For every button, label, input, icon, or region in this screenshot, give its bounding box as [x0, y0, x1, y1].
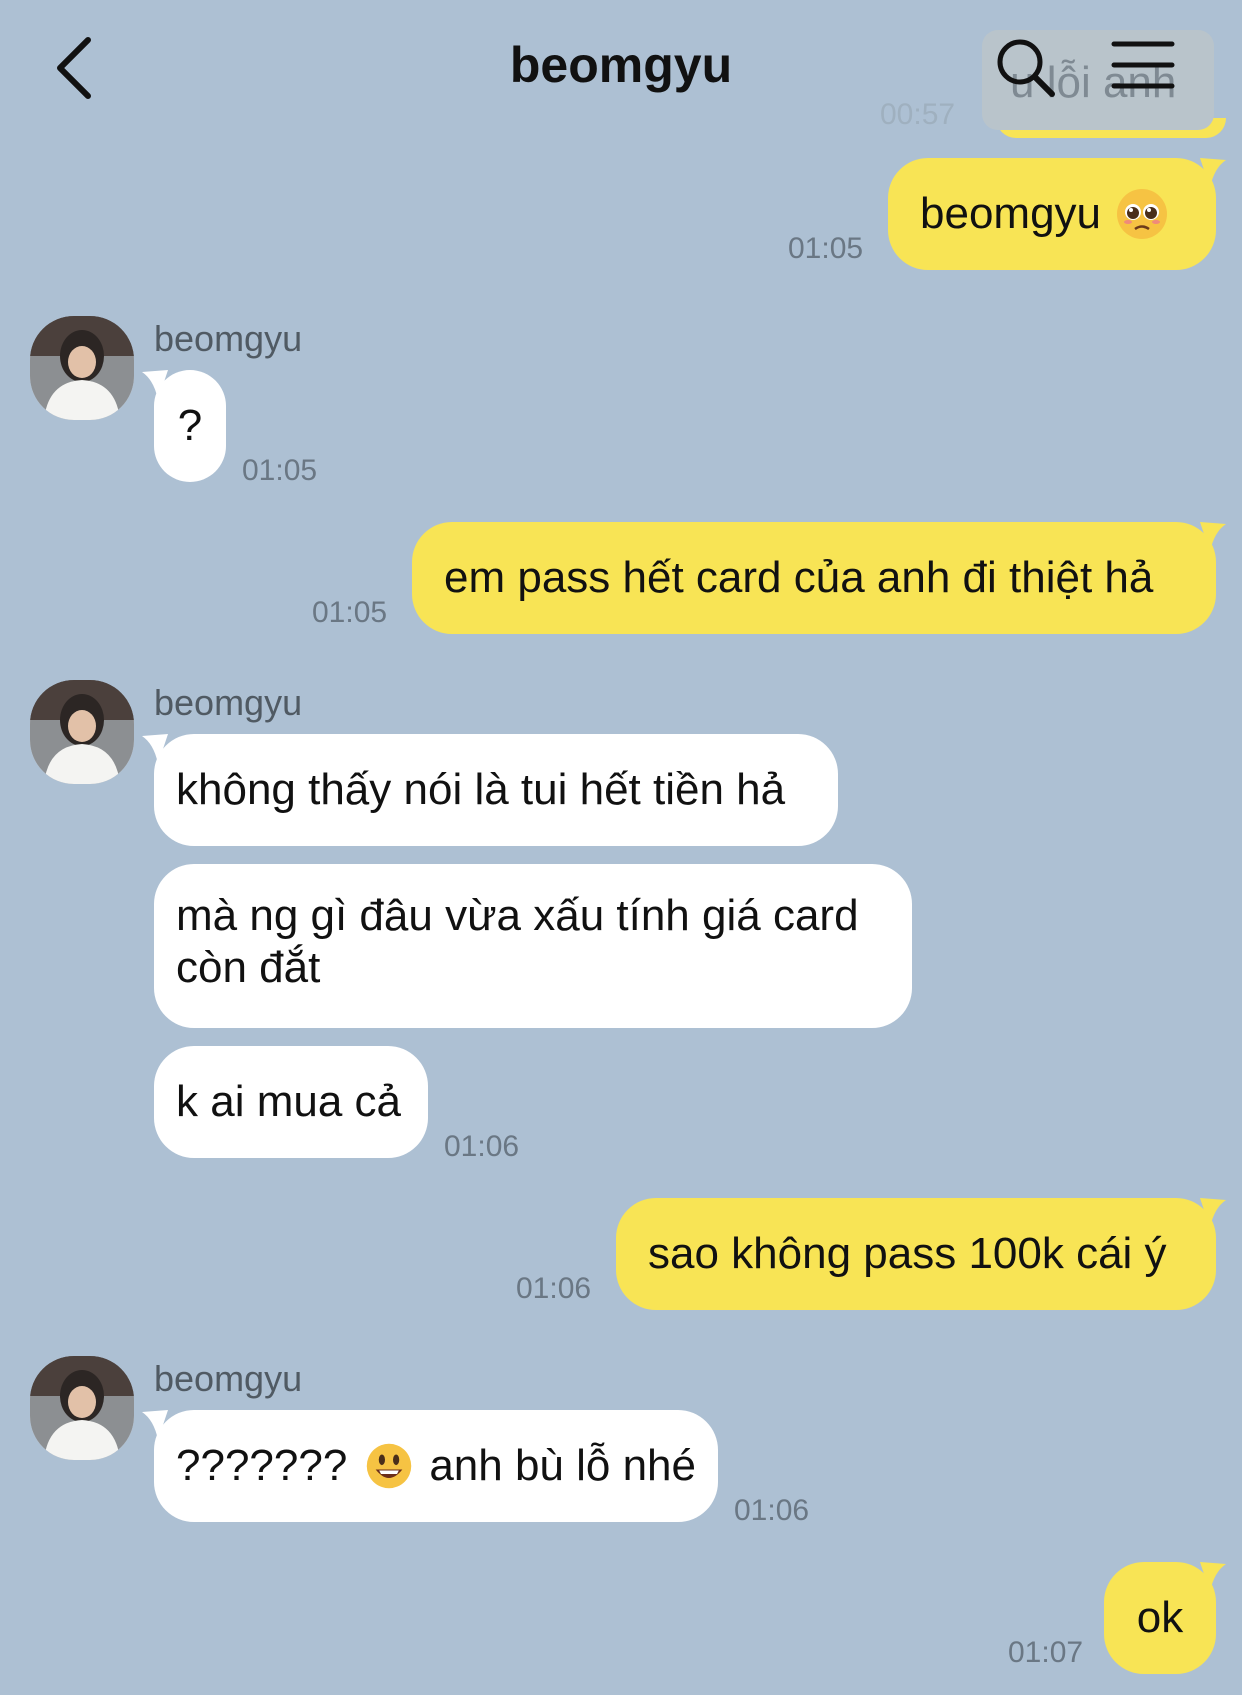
their-message-bubble[interactable]: ??????? anh bù lỗ nhé	[154, 1410, 718, 1522]
avatar[interactable]	[30, 316, 134, 420]
message-text: sao không pass 100k cái ý	[648, 1229, 1167, 1278]
their-message-bubble[interactable]: k ai mua cả	[154, 1046, 428, 1158]
hamburger-menu-icon	[1111, 41, 1175, 89]
avatar-photo	[30, 316, 134, 420]
message-text: ok	[1136, 1593, 1184, 1642]
bubble-tail	[1200, 1198, 1226, 1228]
message-time: 01:05	[312, 596, 388, 629]
avatar-photo	[30, 1356, 134, 1460]
menu-button[interactable]	[1110, 38, 1176, 92]
message-time: 01:06	[516, 1272, 592, 1305]
sender-name: beomgyu	[154, 682, 303, 723]
avatar-photo	[30, 680, 134, 784]
message-time: 00:57	[880, 98, 956, 131]
message-time: 01:06	[734, 1494, 810, 1527]
message-text: không thấy nói là tui hết tiền hả	[176, 765, 786, 814]
bubble-tail	[1200, 1562, 1226, 1592]
avatar[interactable]	[30, 1356, 134, 1460]
smiley-face-emoji	[367, 1443, 412, 1489]
message-text: ?	[177, 401, 203, 450]
message-text: anh bù lỗ nhé	[429, 1441, 696, 1490]
message-time: 01:05	[788, 232, 864, 265]
bubble-tail	[1200, 158, 1226, 188]
message-text: beomgyu	[920, 189, 1102, 238]
search-icon	[997, 39, 1055, 97]
message-time: 01:06	[444, 1130, 520, 1163]
my-message-bubble[interactable]: beomgyu	[888, 158, 1216, 270]
message-text: k ai mua cả	[176, 1077, 401, 1126]
search-button[interactable]	[992, 34, 1058, 100]
their-message-bubble[interactable]: không thấy nói là tui hết tiền hả	[154, 734, 838, 846]
message-time: 01:07	[1008, 1636, 1084, 1669]
message-text: ???????	[176, 1441, 348, 1490]
my-message-bubble[interactable]: em pass hết card của anh đi thiệt hả	[412, 522, 1216, 634]
avatar[interactable]	[30, 680, 134, 784]
their-message-bubble[interactable]: ?	[154, 370, 226, 482]
message-time: 01:05	[242, 454, 318, 487]
sender-name: beomgyu	[154, 1358, 303, 1399]
pleading-face-emoji	[1117, 189, 1168, 239]
my-message-bubble[interactable]: sao không pass 100k cái ý	[616, 1198, 1216, 1310]
bubble-tail	[1200, 522, 1226, 552]
message-text: mà ng gì đâu vừa xấu tính giá card còn đ…	[176, 891, 859, 992]
their-message-bubble[interactable]: mà ng gì đâu vừa xấu tính giá card còn đ…	[154, 864, 912, 1028]
sender-name: beomgyu	[154, 318, 303, 359]
message-text: em pass hết card của anh đi thiệt hả	[444, 553, 1154, 602]
